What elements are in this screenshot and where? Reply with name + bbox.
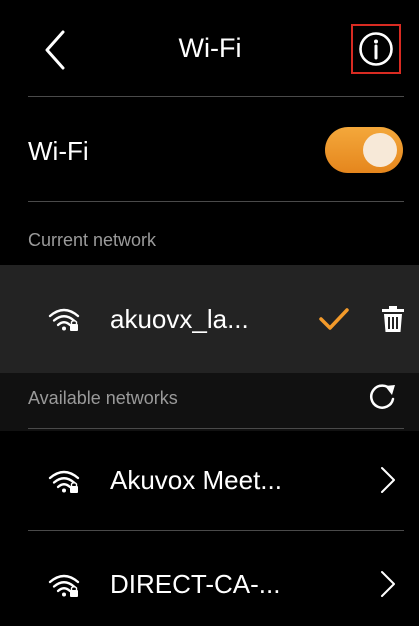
header-divider (28, 96, 404, 97)
refresh-icon[interactable] (367, 383, 397, 413)
info-button[interactable] (351, 24, 401, 74)
network-row[interactable]: DIRECT-CA-... (0, 532, 419, 626)
available-networks-label: Available networks (28, 388, 178, 408)
current-network-section: Current network (0, 207, 419, 265)
wifi-lock-icon (48, 470, 80, 493)
network-divider (28, 530, 404, 531)
chevron-left-icon (45, 30, 65, 70)
section-divider (28, 428, 404, 429)
page-title: Wi-Fi (178, 33, 242, 63)
wifi-toggle[interactable] (325, 127, 403, 173)
back-button[interactable] (30, 22, 80, 78)
checkmark-icon (319, 308, 349, 330)
trash-icon[interactable] (382, 306, 404, 332)
current-network-label: Current network (28, 230, 157, 250)
toggle-knob (363, 133, 397, 167)
wifi-lock-icon (48, 308, 80, 331)
available-networks-section: Available networks (0, 373, 419, 431)
wifi-lock-icon (48, 574, 80, 597)
wifi-label: Wi-Fi (28, 136, 89, 166)
chevron-right-icon (381, 571, 395, 597)
header-bar: Wi-Fi (0, 0, 419, 94)
current-network-row[interactable]: akuovx_la... (0, 265, 419, 373)
chevron-right-icon (381, 467, 395, 493)
network-name: Akuvox Meet... (110, 465, 282, 495)
network-row[interactable]: Akuvox Meet... (0, 430, 419, 530)
info-circle-icon (359, 32, 393, 66)
current-network-name: akuovx_la... (110, 304, 249, 334)
wifi-divider (28, 201, 404, 202)
network-name: DIRECT-CA-... (110, 569, 281, 599)
